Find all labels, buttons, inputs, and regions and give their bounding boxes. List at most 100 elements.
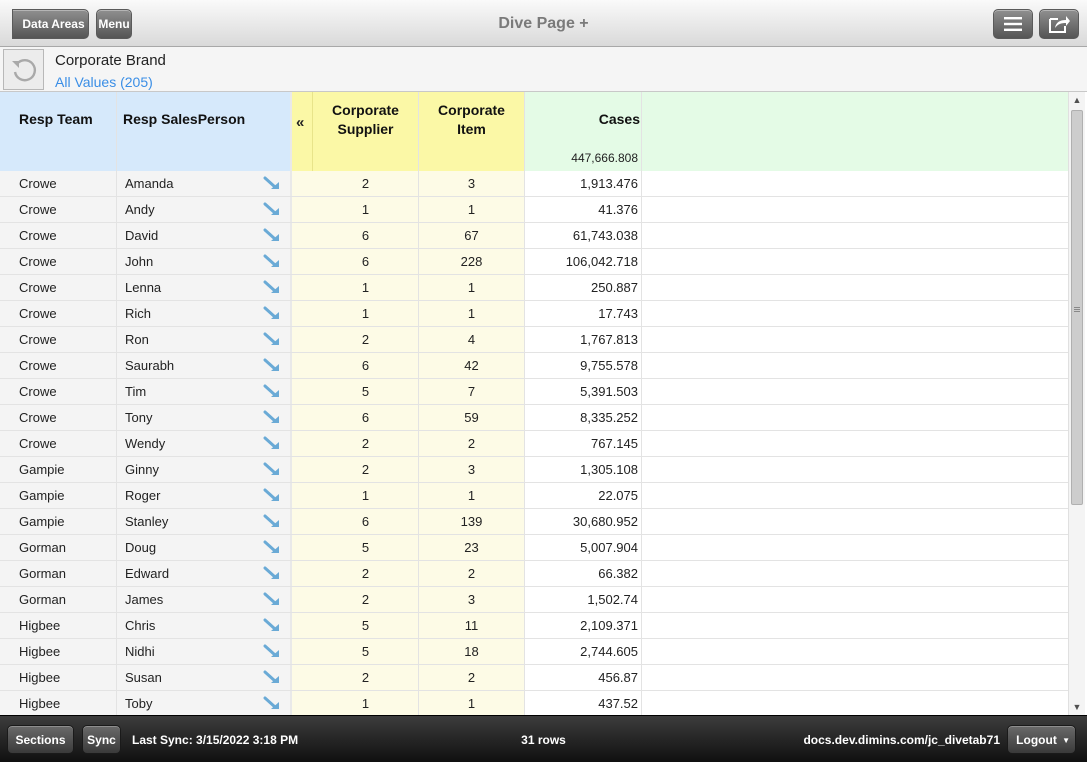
header-corporate-item-label: Corporate Item	[438, 102, 505, 137]
reset-filter-button[interactable]	[3, 49, 44, 90]
drill-arrow-icon[interactable]	[262, 405, 282, 430]
grip-icon	[1074, 307, 1080, 308]
drill-arrow-icon[interactable]	[262, 353, 282, 378]
drill-arrow-icon[interactable]	[262, 561, 282, 586]
cell-corporate-item: 1	[419, 691, 524, 715]
cell-resp-team: Crowe	[0, 197, 116, 222]
header-resp-team[interactable]: Resp Team	[0, 92, 116, 171]
header-corporate-item[interactable]: Corporate Item	[419, 92, 524, 171]
cell-corporate-item: 3	[419, 171, 524, 196]
cell-corporate-item: 228	[419, 249, 524, 274]
drill-arrow-icon[interactable]	[262, 613, 282, 638]
header-corporate-supplier-label: Corporate Supplier	[332, 102, 399, 137]
scroll-down-arrow-icon[interactable]: ▼	[1071, 701, 1083, 713]
table-row[interactable]: Higbee Nidhi 5 18 2,744.605	[0, 639, 1068, 665]
table-row[interactable]: Crowe Ron 2 4 1,767.813	[0, 327, 1068, 353]
table-row[interactable]: Crowe Tony 6 59 8,335.252	[0, 405, 1068, 431]
table-row[interactable]: Higbee Toby 1 1 437.52	[0, 691, 1068, 715]
table-row[interactable]: Higbee Susan 2 2 456.87	[0, 665, 1068, 691]
header-cases[interactable]: Cases 447,666.808	[525, 92, 641, 171]
table-row[interactable]: Gorman Doug 5 23 5,007.904	[0, 535, 1068, 561]
cell-resp-team: Higbee	[0, 691, 116, 715]
table-row[interactable]: Crowe David 6 67 61,743.038	[0, 223, 1068, 249]
cell-gap	[292, 171, 313, 196]
table-row[interactable]: Crowe Rich 1 1 17.743	[0, 301, 1068, 327]
data-areas-back-button[interactable]: Data Areas	[12, 9, 89, 39]
cell-corporate-supplier: 5	[313, 379, 418, 404]
logout-button[interactable]: Logout ▼	[1007, 725, 1076, 754]
cell-cases: 456.87	[525, 665, 641, 690]
cell-gap	[292, 691, 313, 715]
table-row[interactable]: Gampie Stanley 6 139 30,680.952	[0, 509, 1068, 535]
cell-corporate-supplier: 5	[313, 639, 418, 664]
rotate-ccw-icon	[11, 58, 36, 81]
cell-resp-team: Gorman	[0, 561, 116, 586]
cell-resp-team: Higbee	[0, 665, 116, 690]
share-icon	[1049, 16, 1070, 33]
scroll-up-arrow-icon[interactable]: ▲	[1071, 94, 1083, 106]
cell-cases: 17.743	[525, 301, 641, 326]
drill-arrow-icon[interactable]	[262, 379, 282, 404]
cell-cases: 2,109.371	[525, 613, 641, 638]
drill-arrow-icon[interactable]	[262, 665, 282, 690]
cell-gap	[292, 561, 313, 586]
drill-arrow-icon[interactable]	[262, 509, 282, 534]
drill-arrow-icon[interactable]	[262, 171, 282, 196]
drill-arrow-icon[interactable]	[262, 197, 282, 222]
column-divider	[418, 92, 419, 715]
drill-arrow-icon[interactable]	[262, 327, 282, 352]
cell-corporate-supplier: 2	[313, 561, 418, 586]
cell-corporate-item: 67	[419, 223, 524, 248]
data-areas-label: Data Areas	[22, 17, 85, 31]
drill-arrow-icon[interactable]	[262, 301, 282, 326]
table-row[interactable]: Crowe Tim 5 7 5,391.503	[0, 379, 1068, 405]
table-row[interactable]: Crowe Amanda 2 3 1,913.476	[0, 171, 1068, 197]
table-row[interactable]: Gampie Roger 1 1 22.075	[0, 483, 1068, 509]
drill-arrow-icon[interactable]	[262, 457, 282, 482]
drill-arrow-icon[interactable]	[262, 275, 282, 300]
cell-corporate-supplier: 2	[313, 587, 418, 612]
list-button[interactable]	[993, 9, 1033, 39]
header-corporate-supplier[interactable]: Corporate Supplier	[313, 92, 418, 171]
table-row[interactable]: Crowe Andy 1 1 41.376	[0, 197, 1068, 223]
cell-corporate-item: 1	[419, 197, 524, 222]
cell-cases: 41.376	[525, 197, 641, 222]
data-table: Resp Team Resp SalesPerson « Corporate S…	[0, 92, 1068, 715]
cell-cases: 1,502.74	[525, 587, 641, 612]
cell-corporate-supplier: 2	[313, 171, 418, 196]
table-row[interactable]: Crowe Lenna 1 1 250.887	[0, 275, 1068, 301]
cell-corporate-supplier: 5	[313, 535, 418, 560]
header-resp-salesperson[interactable]: Resp SalesPerson	[117, 92, 290, 171]
cell-cases: 9,755.578	[525, 353, 641, 378]
cell-gap	[292, 535, 313, 560]
filter-bar: Corporate Brand All Values (205)	[0, 47, 1087, 92]
drill-arrow-icon[interactable]	[262, 249, 282, 274]
cell-resp-team: Crowe	[0, 379, 116, 404]
drill-arrow-icon[interactable]	[262, 223, 282, 248]
drill-arrow-icon[interactable]	[262, 587, 282, 612]
table-row[interactable]: Higbee Chris 5 11 2,109.371	[0, 613, 1068, 639]
vertical-scrollbar[interactable]: ▲ ▼	[1068, 92, 1085, 715]
table-row[interactable]: Gorman James 2 3 1,502.74	[0, 587, 1068, 613]
drill-arrow-icon[interactable]	[262, 639, 282, 664]
cell-corporate-item: 1	[419, 483, 524, 508]
drill-arrow-icon[interactable]	[262, 431, 282, 456]
filter-value-link[interactable]: All Values (205)	[55, 74, 153, 90]
scroll-thumb[interactable]	[1071, 110, 1083, 505]
drill-arrow-icon[interactable]	[262, 535, 282, 560]
table-row[interactable]: Crowe John 6 228 106,042.718	[0, 249, 1068, 275]
cell-corporate-item: 2	[419, 431, 524, 456]
cell-corporate-supplier: 2	[313, 327, 418, 352]
cell-corporate-item: 139	[419, 509, 524, 534]
table-row[interactable]: Gampie Ginny 2 3 1,305.108	[0, 457, 1068, 483]
collapse-columns-button[interactable]: «	[292, 92, 313, 171]
table-row[interactable]: Gorman Edward 2 2 66.382	[0, 561, 1068, 587]
cell-gap	[292, 613, 313, 638]
drill-arrow-icon[interactable]	[262, 691, 282, 715]
caret-down-icon: ▼	[1062, 736, 1070, 745]
drill-arrow-icon[interactable]	[262, 483, 282, 508]
share-button[interactable]	[1039, 9, 1079, 39]
table-row[interactable]: Crowe Saurabh 6 42 9,755.578	[0, 353, 1068, 379]
cell-cases: 30,680.952	[525, 509, 641, 534]
table-row[interactable]: Crowe Wendy 2 2 767.145	[0, 431, 1068, 457]
